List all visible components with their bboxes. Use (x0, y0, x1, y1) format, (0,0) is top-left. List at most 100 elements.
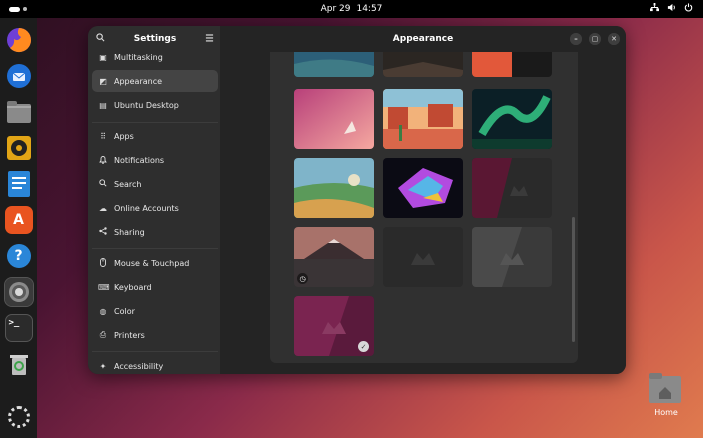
settings-content: Appearance – ▢ ✕ ◷ ✓ (220, 26, 626, 374)
sidebar-item-label: Mouse & Touchpad (114, 258, 190, 268)
power-icon (684, 3, 693, 15)
desktop-home-label[interactable]: Home (646, 408, 686, 417)
dock-trash[interactable] (5, 350, 33, 378)
wallpaper-thumbnail[interactable] (383, 89, 463, 149)
maximize-button[interactable]: ▢ (589, 33, 601, 45)
sidebar-item-label: Color (114, 306, 135, 316)
terminal-icon: >_ (8, 318, 20, 328)
sidebar-item-label: Multitasking (114, 52, 163, 62)
wallpaper-thumbnail[interactable] (294, 52, 374, 77)
clock-time: 14:57 (356, 4, 383, 14)
dock-terminal[interactable]: >_ (4, 314, 33, 342)
rhythmbox-icon (6, 136, 31, 160)
wallpaper-thumbnail[interactable] (472, 158, 552, 218)
page-title: Appearance (392, 34, 454, 44)
sidebar-item-label: Appearance (114, 76, 163, 86)
workspace-indicator (23, 7, 27, 11)
sidebar-item-search[interactable]: Search (92, 173, 218, 195)
dock-thunderbird[interactable] (5, 62, 33, 90)
sidebar-item-label: Online Accounts (114, 203, 179, 213)
dock-settings[interactable] (3, 277, 34, 307)
sidebar-item-online-accounts[interactable]: ☁ Online Accounts (92, 197, 218, 219)
sidebar-item-label: Search (114, 179, 142, 189)
accessibility-icon: ✦ (99, 361, 107, 371)
activities-button[interactable] (9, 6, 27, 12)
writer-icon (7, 171, 30, 197)
sidebar-item-ubuntu-desktop[interactable]: ▤ Ubuntu Desktop (92, 94, 218, 116)
close-button[interactable]: ✕ (608, 33, 620, 45)
minimize-icon: – (570, 33, 582, 45)
sidebar-item-multitasking[interactable]: ▣ Multitasking (92, 46, 218, 68)
dock-writer[interactable] (5, 170, 33, 198)
dock: A ? >_ (0, 18, 37, 438)
cloud-icon: ☁ (99, 203, 107, 213)
workspace-active-indicator (9, 6, 21, 12)
dock-rhythmbox[interactable] (5, 134, 33, 162)
ubuntu-desktop-icon: ▤ (99, 100, 107, 110)
settings-sidebar: Settings ▣ Multitasking ◩ Appearance ▤ U… (88, 26, 220, 374)
wallpaper-thumbnail-selected[interactable]: ✓ (294, 296, 374, 356)
wallpaper-thumbnail[interactable] (383, 158, 463, 218)
color-icon: ◍ (99, 306, 107, 316)
checkmark-icon: ✓ (360, 342, 367, 351)
sidebar-item-sharing[interactable]: Sharing (92, 221, 218, 243)
bell-icon (98, 155, 108, 166)
files-icon (6, 101, 31, 123)
selected-check-badge: ✓ (358, 341, 369, 352)
multitasking-icon: ▣ (99, 52, 107, 62)
help-icon: ? (6, 244, 31, 268)
timed-wallpaper-badge: ◷ (297, 273, 308, 284)
clock-date: Apr 29 (320, 4, 351, 14)
sidebar-item-notifications[interactable]: Notifications (92, 149, 218, 171)
menu-button[interactable] (205, 33, 214, 45)
wallpaper-thumbnail[interactable]: ◷ (294, 227, 374, 287)
help-glyph: ? (14, 248, 23, 264)
settings-gear-icon (8, 282, 29, 302)
home-folder-icon (649, 373, 681, 403)
volume-icon (667, 3, 676, 15)
keyboard-icon: ⌨ (98, 282, 110, 292)
show-apps-button[interactable] (7, 406, 30, 428)
printer-icon: ⎙ (99, 330, 107, 339)
gallery-scrollbar[interactable] (572, 217, 575, 342)
dock-firefox[interactable] (5, 26, 33, 54)
app-center-icon: A (13, 212, 24, 228)
apps-icon: ⠿ (100, 131, 106, 141)
sidebar-item-label: Printers (114, 330, 145, 340)
wallpaper-thumbnail[interactable] (472, 227, 552, 287)
dock-files[interactable] (5, 98, 33, 126)
search-icon (98, 179, 108, 189)
sidebar-item-label: Keyboard (114, 282, 152, 292)
mouse-icon (98, 257, 108, 269)
sidebar-item-label: Notifications (114, 155, 165, 165)
firefox-icon (6, 28, 31, 53)
dock-help[interactable]: ? (5, 242, 33, 270)
search-button[interactable] (96, 33, 105, 45)
clock[interactable]: Apr 29 14:57 (321, 4, 383, 14)
sidebar-title: Settings (133, 34, 177, 44)
wallpaper-thumbnail[interactable] (294, 158, 374, 218)
network-icon (650, 3, 659, 15)
close-icon: ✕ (608, 33, 620, 45)
system-tray[interactable] (650, 3, 693, 15)
hamburger-menu-icon (205, 33, 214, 42)
minimize-button[interactable]: – (570, 33, 582, 45)
desktop-home-folder[interactable] (648, 372, 682, 404)
wallpaper-thumbnail[interactable] (472, 89, 552, 149)
wallpaper-thumbnail[interactable] (472, 52, 552, 77)
sidebar-item-accessibility[interactable]: ✦ Accessibility (92, 355, 218, 374)
sidebar-item-mouse-touchpad[interactable]: Mouse & Touchpad (92, 252, 218, 274)
sidebar-item-printers[interactable]: ⎙ Printers (92, 324, 218, 346)
top-bar: Apr 29 14:57 (0, 0, 703, 18)
sidebar-item-label: Ubuntu Desktop (114, 100, 179, 110)
sidebar-item-color[interactable]: ◍ Color (92, 300, 218, 322)
wallpaper-thumbnail[interactable] (294, 89, 374, 149)
sidebar-item-apps[interactable]: ⠿ Apps (92, 125, 218, 147)
dock-app-center[interactable]: A (4, 206, 33, 234)
search-icon (96, 33, 105, 42)
sidebar-item-keyboard[interactable]: ⌨ Keyboard (92, 276, 218, 298)
maximize-icon: ▢ (589, 33, 601, 45)
wallpaper-thumbnail[interactable] (383, 52, 463, 77)
wallpaper-thumbnail[interactable] (383, 227, 463, 287)
sidebar-item-appearance[interactable]: ◩ Appearance (92, 70, 218, 92)
